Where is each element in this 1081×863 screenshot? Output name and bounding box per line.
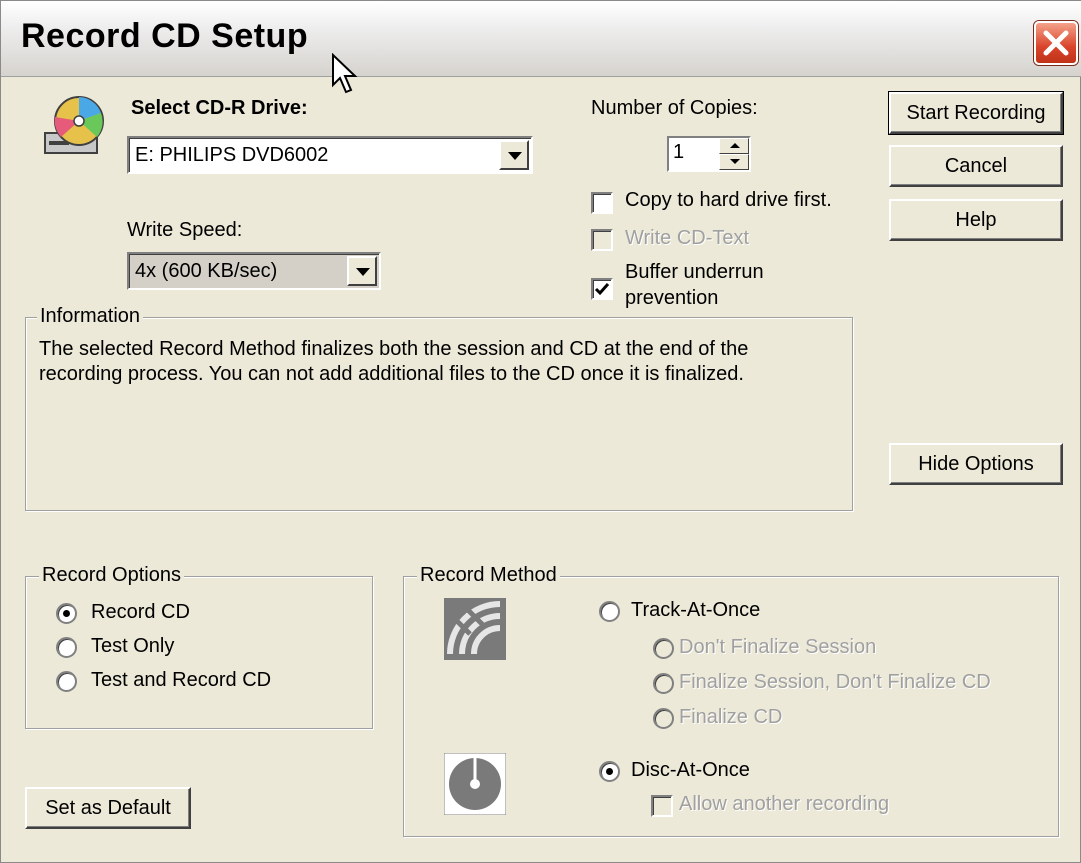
dont-finalize-session-radio[interactable] <box>653 638 674 659</box>
drive-select[interactable]: E: PHILIPS DVD6002 <box>127 136 533 174</box>
write-speed-value: 4x (600 KB/sec) <box>135 260 278 282</box>
copies-stepper[interactable]: 1 <box>667 136 751 172</box>
disc-at-once-icon <box>443 752 507 816</box>
allow-another-recording-label: Allow another recording <box>679 793 890 815</box>
title-bar[interactable]: Record CD Setup <box>1 1 1081 94</box>
drive-label: Select CD-R Drive: <box>131 97 308 119</box>
write-cd-text-checkbox[interactable] <box>591 229 613 251</box>
copies-label: Number of Copies: <box>591 97 758 119</box>
track-at-once-radio[interactable] <box>599 601 620 622</box>
finalize-session-radio[interactable] <box>653 673 674 694</box>
record-cd-radio[interactable] <box>56 603 77 624</box>
disc-at-once-radio[interactable] <box>599 761 620 782</box>
buffer-underrun-checkbox[interactable] <box>591 278 613 300</box>
mouse-cursor-icon <box>332 53 358 94</box>
hide-options-button[interactable]: Hide Options <box>889 443 1063 485</box>
track-at-once-icon <box>444 598 506 660</box>
finalize-cd-radio[interactable] <box>653 708 674 729</box>
buffer-underrun-label-line1: Buffer underrun <box>625 261 764 283</box>
checkmark-icon <box>594 283 610 296</box>
help-button[interactable]: Help <box>889 199 1063 241</box>
test-only-label: Test Only <box>91 635 175 657</box>
cd-drive-icon <box>39 93 109 159</box>
dont-finalize-session-label: Don't Finalize Session <box>679 636 877 658</box>
information-text-line1: The selected Record Method finalizes bot… <box>39 338 749 360</box>
record-method-label: Record Method <box>417 564 560 587</box>
finalize-session-label: Finalize Session, Don't Finalize CD <box>679 671 991 693</box>
disc-at-once-label: Disc-At-Once <box>631 759 750 781</box>
write-speed-label: Write Speed: <box>127 219 243 241</box>
drive-select-value: E: PHILIPS DVD6002 <box>135 144 329 166</box>
allow-another-recording-checkbox[interactable] <box>651 795 673 817</box>
set-as-default-button[interactable]: Set as Default <box>25 787 191 829</box>
record-cd-setup-dialog: Record CD Setup Select CD-R Drive: E: PH… <box>0 0 1081 863</box>
write-cd-text-label: Write CD-Text <box>625 227 750 249</box>
test-and-record-label: Test and Record CD <box>91 669 272 691</box>
track-at-once-label: Track-At-Once <box>631 599 761 621</box>
close-icon <box>1043 30 1069 56</box>
record-cd-label: Record CD <box>91 601 190 623</box>
copy-to-hard-drive-label: Copy to hard drive first. <box>625 189 832 211</box>
finalize-cd-label: Finalize CD <box>679 706 783 728</box>
record-options-label: Record Options <box>39 564 184 587</box>
test-only-radio[interactable] <box>56 637 77 658</box>
window-title: Record CD Setup <box>21 17 309 55</box>
cancel-button[interactable]: Cancel <box>889 145 1063 187</box>
write-speed-select[interactable]: 4x (600 KB/sec) <box>127 252 381 290</box>
information-label: Information <box>37 305 144 328</box>
chevron-down-icon[interactable] <box>347 256 377 286</box>
spin-up-icon[interactable] <box>719 138 749 154</box>
chevron-down-icon[interactable] <box>499 140 529 170</box>
buffer-underrun-label-line2: prevention <box>625 287 719 309</box>
start-recording-button[interactable]: Start Recording <box>888 91 1064 135</box>
copies-value: 1 <box>673 141 685 163</box>
close-button[interactable] <box>1034 21 1078 65</box>
test-and-record-radio[interactable] <box>56 671 77 692</box>
spin-down-icon[interactable] <box>719 154 749 170</box>
record-options-group <box>25 576 373 729</box>
copy-to-hard-drive-checkbox[interactable] <box>591 192 613 214</box>
information-text-line2: recording process. You can not add addit… <box>39 363 744 385</box>
